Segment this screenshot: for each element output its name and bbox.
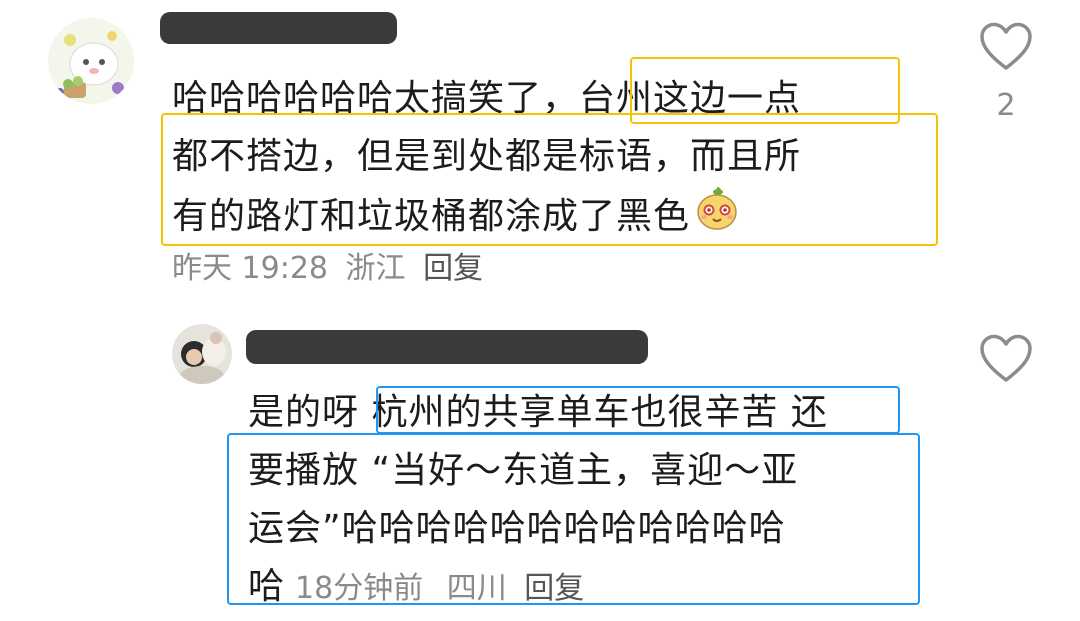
comment-text-line-content: 有的路灯和垃圾桶都涂成了黑色 [172, 196, 691, 237]
comment-text-line: 是的呀 杭州的共享单车也很辛苦 还 [248, 392, 828, 433]
heart-outline-icon [980, 334, 1032, 382]
mango-face-emoji-icon [694, 186, 740, 250]
reply-button[interactable]: 回复 [423, 251, 483, 286]
like-button[interactable] [979, 22, 1033, 72]
comment-text-line: 哈 18分钟前 四川 回复 [248, 558, 828, 616]
heart-outline-icon [980, 22, 1032, 70]
user-avatar[interactable] [48, 18, 134, 104]
comment-item: 哈哈哈哈哈哈太搞笑了，台州这边一点 都不搭边，但是到处都是标语，而且所 有的路灯… [0, 0, 1080, 300]
reply-button[interactable]: 回复 [524, 571, 584, 606]
comment-time: 昨天 19:28 [172, 251, 328, 286]
comment-text-line: 哈哈哈哈哈哈太搞笑了，台州这边一点 [172, 78, 802, 119]
like-count: 2 [996, 88, 1016, 123]
comment-text[interactable]: 是的呀 杭州的共享单车也很辛苦 还 要播放 “当好～东道主，喜迎～亚 运会”哈哈… [248, 384, 828, 616]
username-redacted[interactable] [246, 330, 648, 364]
comment-text-line-content: 哈 [248, 566, 286, 607]
comment-text-line: 要播放 “当好～东道主，喜迎～亚 [248, 450, 799, 491]
comment-text-line: 有的路灯和垃圾桶都涂成了黑色 [172, 186, 801, 244]
comment-item: 是的呀 杭州的共享单车也很辛苦 还 要播放 “当好～东道主，喜迎～亚 运会”哈哈… [0, 300, 1080, 621]
username-redacted[interactable] [160, 12, 397, 44]
comment-text-line: 运会”哈哈哈哈哈哈哈哈哈哈哈哈 [248, 508, 786, 549]
user-avatar[interactable] [172, 324, 232, 384]
comment-time: 18分钟前 [295, 571, 424, 606]
comment-meta: 昨天 19:28 浙江 回复 [172, 243, 483, 287]
comment-meta: 18分钟前 四川 回复 [295, 571, 584, 606]
avatar-sheep-icon [48, 18, 134, 104]
comment-text-line: 都不搭边，但是到处都是标语，而且所 [172, 136, 802, 177]
comment-text[interactable]: 哈哈哈哈哈哈太搞笑了，台州这边一点 都不搭边，但是到处都是标语，而且所 有的路灯… [172, 70, 801, 244]
like-button[interactable] [979, 334, 1033, 384]
avatar-photo-icon [172, 324, 232, 384]
comment-location: 浙江 [345, 251, 406, 286]
comment-location: 四川 [446, 571, 507, 606]
